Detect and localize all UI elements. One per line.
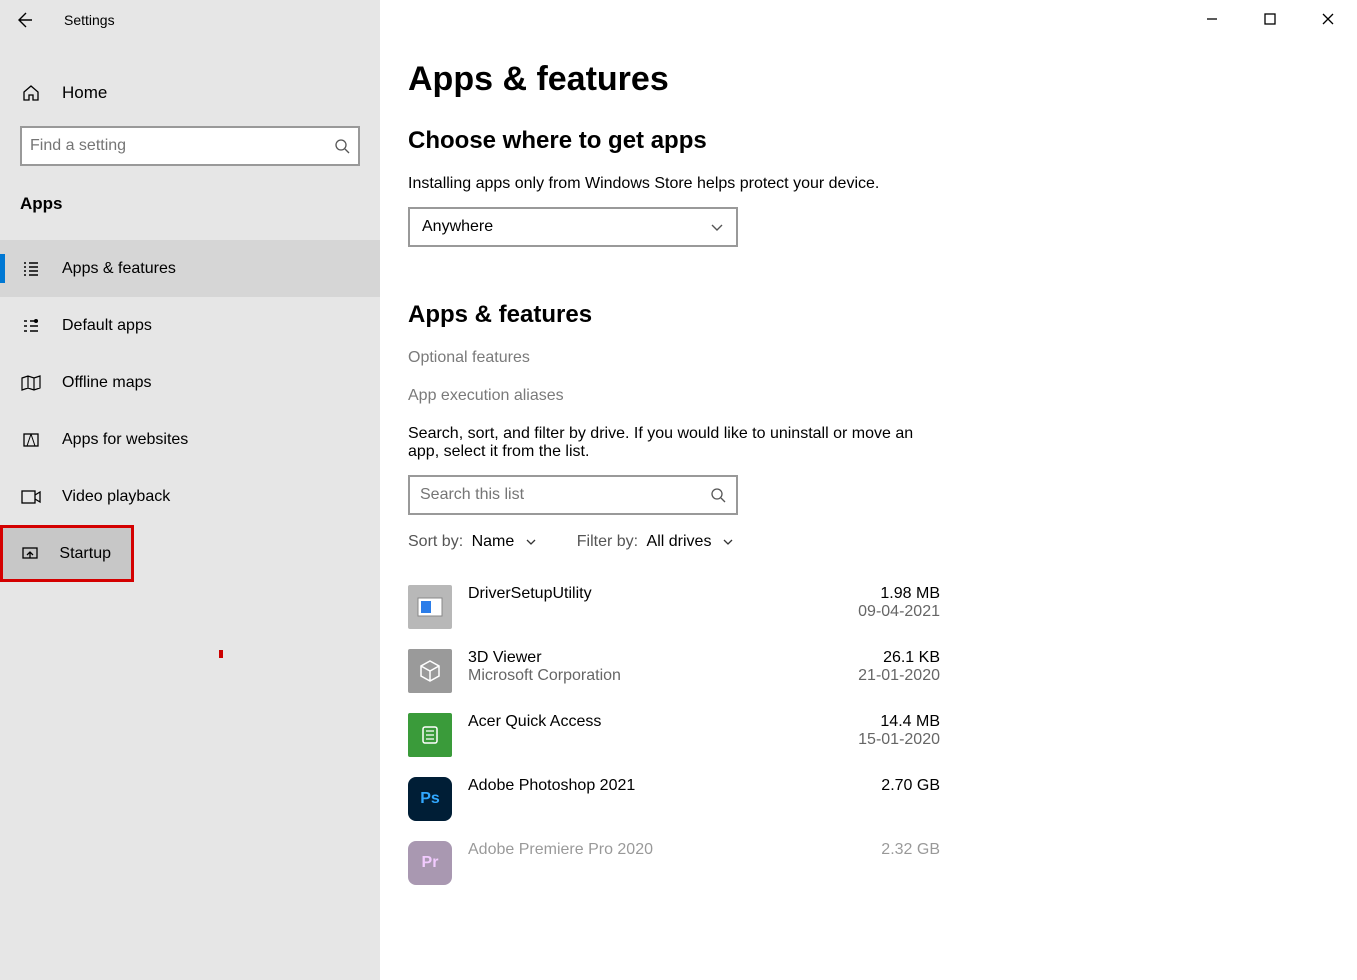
sidebar-item-offline-maps[interactable]: Offline maps bbox=[0, 354, 380, 411]
app-size: 2.32 GB bbox=[830, 841, 940, 859]
sort-value: Name bbox=[472, 533, 515, 550]
apps-features-icon bbox=[20, 258, 42, 280]
app-row[interactable]: Acer Quick Access 14.4 MB 15-01-2020 bbox=[408, 703, 940, 767]
search-icon bbox=[334, 138, 350, 154]
app-list-search-input[interactable] bbox=[420, 486, 710, 504]
list-header: Apps & features bbox=[408, 301, 940, 329]
app-icon bbox=[408, 649, 452, 693]
filter-by[interactable]: Filter by: All drives bbox=[577, 533, 734, 551]
video-icon bbox=[20, 486, 42, 508]
sidebar-item-default-apps[interactable]: Default apps bbox=[0, 297, 380, 354]
sort-label: Sort by: bbox=[408, 533, 463, 550]
choose-desc: Installing apps only from Windows Store … bbox=[408, 175, 940, 193]
sort-by[interactable]: Sort by: Name bbox=[408, 533, 537, 551]
app-size: 26.1 KB bbox=[830, 649, 940, 667]
window-title: Settings bbox=[64, 12, 115, 28]
sidebar-item-label: Apps & features bbox=[62, 260, 176, 278]
execution-aliases-link[interactable]: App execution aliases bbox=[408, 387, 940, 405]
chevron-down-icon bbox=[710, 220, 724, 234]
back-button[interactable] bbox=[12, 8, 36, 32]
app-icon bbox=[408, 585, 452, 629]
sidebar-item-apps-websites[interactable]: Apps for websites bbox=[0, 411, 380, 468]
source-select[interactable]: Anywhere bbox=[408, 207, 738, 247]
app-row[interactable]: DriverSetupUtility 1.98 MB 09-04-2021 bbox=[408, 575, 940, 639]
sidebar-item-label: Video playback bbox=[62, 488, 170, 506]
minimize-button[interactable] bbox=[1183, 0, 1241, 38]
app-publisher: Microsoft Corporation bbox=[468, 667, 814, 685]
sidebar: Settings Home Apps Apps & features Defau… bbox=[0, 0, 380, 980]
chevron-down-icon bbox=[525, 536, 537, 548]
app-name: Adobe Photoshop 2021 bbox=[468, 777, 814, 795]
app-icon bbox=[408, 713, 452, 757]
source-select-value: Anywhere bbox=[422, 218, 493, 236]
app-name: Adobe Premiere Pro 2020 bbox=[468, 841, 814, 859]
red-marker bbox=[219, 650, 223, 658]
app-list-search[interactable] bbox=[408, 475, 738, 515]
close-button[interactable] bbox=[1299, 0, 1357, 38]
sidebar-item-label: Startup bbox=[59, 545, 111, 563]
app-size: 1.98 MB bbox=[830, 585, 940, 603]
app-name: 3D Viewer bbox=[468, 649, 814, 667]
sidebar-section-header: Apps bbox=[0, 166, 380, 222]
filter-label: Filter by: bbox=[577, 533, 638, 550]
home-nav[interactable]: Home bbox=[0, 70, 380, 116]
map-icon bbox=[20, 372, 42, 394]
sidebar-item-label: Default apps bbox=[62, 317, 152, 335]
app-row[interactable]: Pr Adobe Premiere Pro 2020 2.32 GB bbox=[408, 831, 940, 895]
maximize-button[interactable] bbox=[1241, 0, 1299, 38]
app-row[interactable]: Ps Adobe Photoshop 2021 2.70 GB bbox=[408, 767, 940, 831]
sidebar-item-video-playback[interactable]: Video playback bbox=[0, 468, 380, 525]
app-date: 09-04-2021 bbox=[830, 603, 940, 621]
app-size: 2.70 GB bbox=[830, 777, 940, 795]
app-date: 15-01-2020 bbox=[830, 731, 940, 749]
search-icon bbox=[710, 487, 726, 503]
sidebar-item-startup[interactable]: Startup bbox=[0, 525, 134, 582]
sidebar-item-apps-features[interactable]: Apps & features bbox=[0, 240, 380, 297]
main-content: Apps & features Choose where to get apps… bbox=[380, 0, 1357, 980]
sidebar-search[interactable] bbox=[20, 126, 360, 166]
home-icon bbox=[20, 82, 42, 104]
startup-icon bbox=[20, 543, 39, 565]
app-icon: Pr bbox=[408, 841, 452, 885]
app-name: Acer Quick Access bbox=[468, 713, 814, 731]
sidebar-search-input[interactable] bbox=[30, 137, 334, 155]
window-controls bbox=[1183, 0, 1357, 38]
page-title: Apps & features bbox=[408, 60, 940, 99]
websites-icon bbox=[20, 429, 42, 451]
filter-value: All drives bbox=[647, 533, 712, 550]
choose-header: Choose where to get apps bbox=[408, 127, 940, 155]
back-arrow-icon bbox=[14, 10, 34, 30]
home-label: Home bbox=[62, 83, 107, 103]
optional-features-link[interactable]: Optional features bbox=[408, 349, 940, 367]
chevron-down-icon bbox=[722, 536, 734, 548]
titlebar: Settings bbox=[0, 0, 380, 40]
sidebar-item-label: Apps for websites bbox=[62, 431, 188, 449]
sidebar-item-label: Offline maps bbox=[62, 374, 152, 392]
app-size: 14.4 MB bbox=[830, 713, 940, 731]
app-name: DriverSetupUtility bbox=[468, 585, 814, 603]
sort-filter-bar: Sort by: Name Filter by: All drives bbox=[408, 533, 940, 551]
app-row[interactable]: 3D Viewer Microsoft Corporation 26.1 KB … bbox=[408, 639, 940, 703]
app-date: 21-01-2020 bbox=[830, 667, 940, 685]
sidebar-nav: Apps & features Default apps Offline map… bbox=[0, 240, 380, 582]
app-list: DriverSetupUtility 1.98 MB 09-04-2021 3D… bbox=[408, 575, 940, 895]
list-instructions: Search, sort, and filter by drive. If yo… bbox=[408, 425, 928, 461]
app-icon: Ps bbox=[408, 777, 452, 821]
default-apps-icon bbox=[20, 315, 42, 337]
